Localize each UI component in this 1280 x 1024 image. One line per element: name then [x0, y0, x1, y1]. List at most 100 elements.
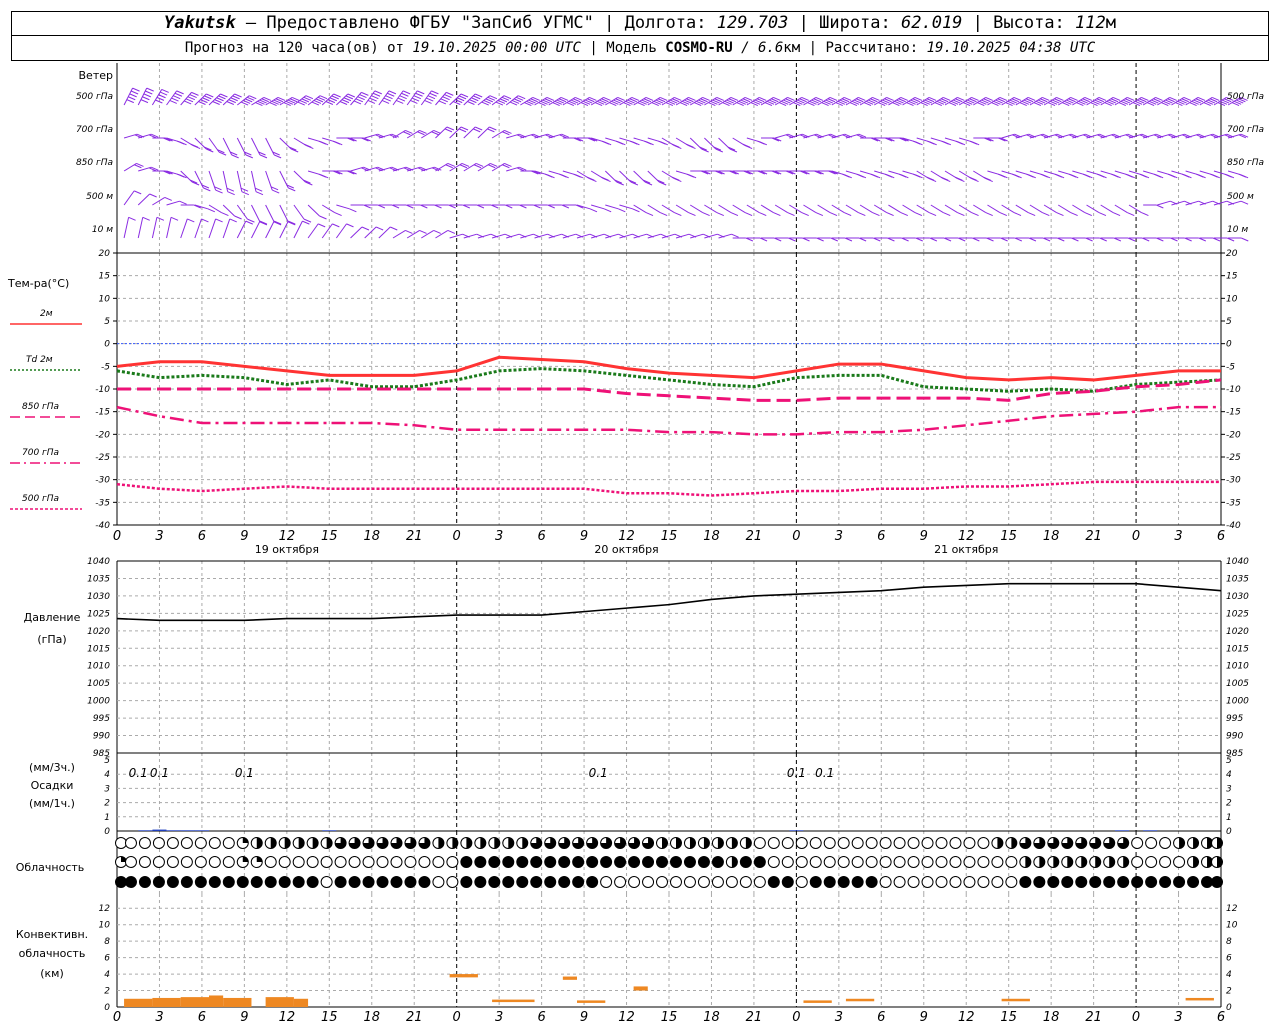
wind-barb-feather	[998, 173, 1006, 178]
precip-amount-label: 0.1	[815, 766, 834, 780]
temp-ytick-left: -20	[95, 430, 110, 440]
cloud-circle	[921, 856, 934, 868]
pressure-line	[116, 582, 1222, 622]
cloud-symbol	[474, 876, 487, 888]
wind-barb-staff	[576, 233, 591, 239]
wind-barb-feather	[129, 93, 137, 98]
conv-bar	[803, 1000, 832, 1003]
cloud-fill-full	[782, 876, 794, 888]
conv-bar	[293, 998, 309, 1007]
wind-barb-staff	[689, 204, 703, 213]
temp-ytick-left: 5	[104, 317, 110, 327]
wind-level-label-right: 700 гПа	[1227, 125, 1264, 135]
wind-barb	[236, 220, 253, 239]
wind-barb	[236, 137, 253, 159]
cloud-fill-half	[1109, 856, 1115, 868]
cloud-circle	[1005, 856, 1018, 868]
wind-barb-feather	[183, 100, 192, 105]
wind-barb-feather	[957, 212, 965, 216]
wind-barb-feather	[133, 190, 142, 195]
cloud-circle	[1145, 856, 1158, 868]
conv-ytick-left: 2	[104, 987, 110, 997]
wind-barb-feather	[207, 208, 216, 213]
cloud-circle	[194, 837, 207, 849]
cloud-fill-full	[810, 876, 822, 888]
cloud-fill-full	[474, 856, 486, 868]
cloud-symbol	[1103, 856, 1116, 868]
cloud-symbol	[725, 856, 738, 868]
temp-xtick: 15	[1000, 529, 1017, 544]
cloud-symbol	[865, 856, 878, 868]
wind-barb	[718, 137, 738, 153]
conv-xtick: 18	[1043, 1010, 1060, 1024]
wind-barb-staff	[336, 204, 350, 210]
cloud-symbol	[600, 876, 613, 888]
wind-barb	[194, 204, 216, 213]
temp-ytick-right: -40	[1226, 521, 1241, 531]
cloud-symbol	[530, 876, 543, 888]
temp-xtick: 15	[321, 529, 338, 544]
wind-barb	[123, 190, 142, 206]
wind-barb-feather	[442, 96, 450, 101]
cloud-fill-half	[731, 837, 738, 849]
cloud-symbol	[977, 837, 990, 849]
cloud-fill-full	[740, 856, 752, 868]
conv-ytick-right: 0	[1226, 1003, 1232, 1013]
wind-barb-feather	[272, 189, 280, 194]
cloud-symbol	[292, 876, 305, 888]
wind-barb	[208, 218, 223, 239]
cloud-circle	[795, 837, 808, 849]
cloud-symbol	[614, 856, 627, 868]
cloud-symbol	[669, 876, 682, 888]
wind-barb-staff	[208, 204, 222, 213]
cloud-symbol	[586, 837, 599, 849]
temp-xtick: 6	[198, 529, 206, 544]
wind-barb-feather	[955, 140, 963, 145]
cloud-symbol	[1211, 876, 1223, 888]
cloud-fill-full	[1187, 876, 1199, 888]
cloud-symbol	[837, 837, 850, 849]
wind-barb-staff	[789, 204, 802, 213]
cloud-symbol	[1201, 856, 1214, 868]
cloud-fill-half	[731, 856, 738, 868]
temp-xtick: 0	[453, 529, 461, 544]
wind-barb	[166, 90, 184, 106]
conv-xtick: 3	[1174, 1010, 1182, 1024]
pressure-ytick-left: 1005	[87, 679, 110, 689]
cloud-fill-full	[852, 876, 864, 888]
wind-barb-feather	[1196, 173, 1204, 178]
cloud-symbol	[334, 837, 347, 849]
wind-barb-staff	[1213, 200, 1228, 206]
wind-barb-feather	[829, 212, 838, 216]
wind-barb-feather	[288, 187, 296, 192]
cloud-fill-full	[586, 856, 598, 868]
wind-barb	[166, 200, 187, 206]
cloud-symbol	[1061, 876, 1074, 888]
pressure-title: Давление	[24, 611, 81, 624]
wind-barb-feather	[446, 126, 455, 131]
wind-barb-feather	[303, 218, 312, 223]
date-label: 21 октября	[934, 543, 998, 556]
cloud-symbol	[711, 837, 724, 849]
conv-xtick: 21	[406, 1010, 423, 1024]
wind-barb-feather	[927, 140, 935, 145]
precip-amount-label: 0.1	[129, 766, 148, 780]
wind-barb-staff	[1114, 204, 1128, 213]
cloud-circle	[446, 856, 459, 868]
pressure-ytick-left: 990	[93, 732, 110, 742]
cloud-fill-full	[377, 876, 389, 888]
wind-barb-staff	[562, 233, 576, 239]
cloud-circle	[753, 837, 766, 849]
wind-barb-feather	[1012, 173, 1020, 178]
wind-barb-feather	[914, 212, 923, 216]
conv-xtick: 3	[835, 1010, 843, 1024]
cloud-circle	[767, 856, 780, 868]
cloud-circle	[292, 856, 305, 868]
cloud-symbol	[1173, 876, 1186, 888]
cloud-symbol	[851, 876, 864, 888]
wind-barb-staff	[265, 204, 275, 223]
cloud-circle	[1005, 876, 1018, 888]
wind-barb	[222, 170, 235, 196]
pressure-ytick-left: 1025	[87, 609, 110, 619]
wind-barb-staff	[534, 233, 548, 239]
